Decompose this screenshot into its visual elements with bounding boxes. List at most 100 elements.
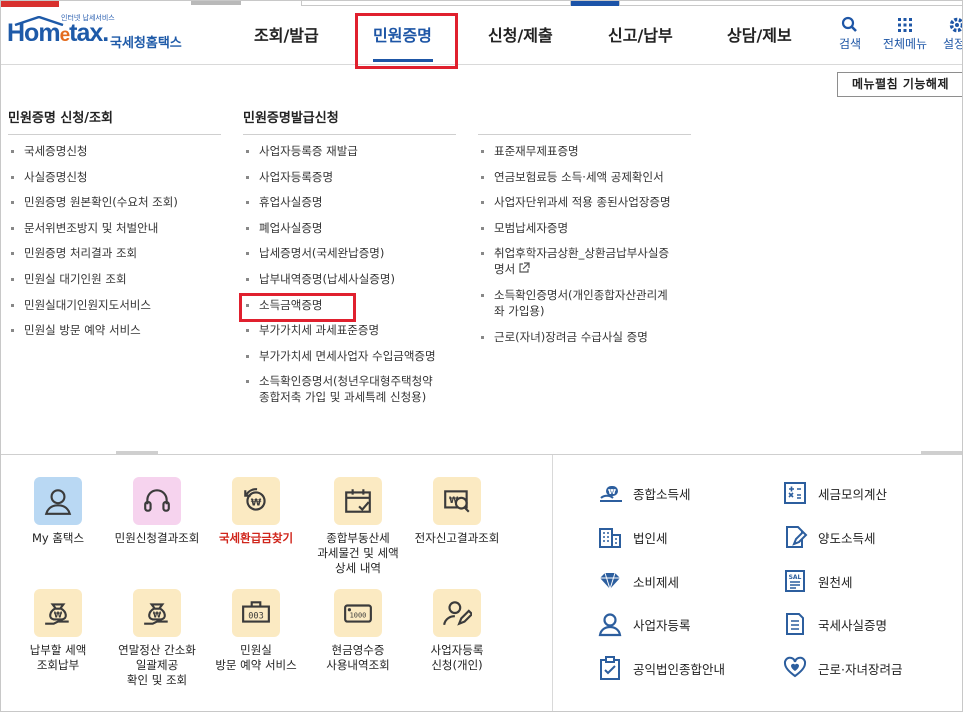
tax-link-item[interactable]: 사업자등록 [595, 611, 691, 637]
menu-item[interactable]: 취업후학자금상환_상환금납부사실증 명서 [476, 245, 671, 277]
quick-menu-label: 종합부동산세 과세물건 및 세액 상세 내역 [317, 531, 399, 575]
queue-number-icon: 003 [232, 589, 280, 637]
tax-link-item[interactable]: 법인세 [595, 524, 668, 550]
quick-menu-item[interactable]: ₩ 연말정산 간소화 일괄제공 확인 및 조회 [108, 589, 206, 688]
search-won-icon: ₩ [433, 477, 481, 525]
quick-menu-item[interactable]: 민원신청결과조회 [108, 477, 206, 546]
menu-item[interactable]: 민원실 방문 예약 서비스 [6, 322, 178, 338]
quick-menu-label: 사업자등록 신청(개인) [430, 643, 484, 672]
person-icon [34, 477, 82, 525]
calculator-icon [780, 480, 810, 506]
menu-item[interactable]: 모범납세자증명 [476, 220, 671, 236]
external-link-icon [519, 262, 530, 273]
top-strip-gray [191, 1, 241, 5]
quick-menu-item[interactable]: 사업자등록 신청(개인) [408, 589, 506, 673]
tax-link-label: 종합소득세 [633, 486, 691, 502]
column-title-apply-inquiry: 민원증명 신청/조회 [8, 111, 113, 126]
tax-link-label: 사업자등록 [633, 617, 691, 633]
menu-collapse-toggle-button[interactable]: 메뉴펼침 기능해제 [837, 72, 962, 97]
menu-item[interactable]: 사업자등록증명 [241, 169, 436, 185]
menu-item[interactable]: 민원실대기인원지도서비스 [6, 297, 178, 313]
building-icon [595, 524, 625, 550]
tax-link-item[interactable]: 근로·자녀장려금 [780, 655, 902, 681]
vertical-divider [552, 455, 553, 711]
tax-link-label: 양도소득세 [818, 530, 876, 546]
tax-link-item[interactable]: 국세사실증명 [780, 611, 887, 637]
quick-menu-item[interactable]: My 홈택스 [9, 477, 107, 546]
menu-item[interactable]: 부가가치세 과세표준증명 [241, 322, 436, 338]
gnb-report-pay[interactable]: 신고/납부 [608, 7, 673, 65]
logo-wordmark: Hometax. [7, 19, 109, 47]
settings-label: 설정 [943, 37, 963, 51]
column-rule [8, 134, 221, 135]
menu-item[interactable]: 민원실 대기인원 조회 [6, 271, 178, 287]
svg-text:SAL: SAL [789, 574, 802, 581]
money-bag-hand-icon: ₩ [133, 589, 181, 637]
heart-hands-icon [780, 655, 810, 681]
headset-icon [133, 477, 181, 525]
gnb-apply-submit[interactable]: 신청/제출 [488, 7, 553, 65]
tax-link-item[interactable]: 세금모의계산 [780, 480, 887, 506]
clipboard-check-icon [595, 655, 625, 681]
quick-menu-item[interactable]: ₩ 납부할 세액 조회납부 [9, 589, 107, 673]
menu-item[interactable]: 부가가치세 면세사업자 수입금액증명 [241, 348, 436, 364]
highlight-box-menu [355, 13, 458, 69]
menu-item[interactable]: 연금보험료등 소득·세액 공제확인서 [476, 169, 671, 185]
menu-list-issue-apply: 사업자등록증 재발급사업자등록증명휴업사실증명폐업사실증명납세증명서(국세완납증… [241, 143, 436, 405]
tax-link-label: 세금모의계산 [818, 486, 888, 502]
cash-receipt-icon: 1000 [334, 589, 382, 637]
settings-button[interactable]: 설정 [925, 15, 963, 52]
top-strip-blue [571, 1, 619, 6]
quick-menu-item[interactable]: ₩ 전자신고결과조회 [408, 477, 506, 546]
tax-link-label: 국세사실증명 [818, 617, 888, 633]
svg-text:₩: ₩ [153, 610, 162, 619]
tax-link-item[interactable]: 양도소득세 [780, 524, 876, 550]
menu-item[interactable]: 표준재무제표증명 [476, 143, 671, 159]
menu-item[interactable]: 소득확인증명서(개인종합자산관리계 좌 가입용) [476, 287, 671, 319]
all-menu-label: 전체메뉴 [882, 37, 928, 51]
menu-item[interactable]: 사업자단위과세 적용 종된사업장증명 [476, 194, 671, 210]
tax-link-label: 공익법인종합안내 [633, 661, 726, 677]
divider-tab [921, 451, 962, 454]
menu-item[interactable]: 납부내역증명(납세사실증명) [241, 271, 436, 287]
section-divider [1, 454, 962, 455]
quick-menu-label: 민원실 방문 예약 서비스 [215, 643, 297, 672]
money-bag-hand-icon: ₩ [34, 589, 82, 637]
gnb-inquiry-issue[interactable]: 조회/발급 [254, 7, 319, 65]
menu-item[interactable]: 사실증명신청 [6, 169, 178, 185]
menu-list-apply-inquiry: 국세증명신청사실증명신청민원증명 원본확인(수요처 조회) 문서위변조방지 및 처… [6, 143, 178, 338]
diamond-icon [595, 568, 625, 594]
calendar-check-icon [334, 477, 382, 525]
tax-link-label: 원천세 [818, 574, 853, 590]
svg-text:1000: 1000 [350, 611, 367, 619]
tax-link-label: 근로·자녀장려금 [818, 661, 903, 677]
svg-text:₩: ₩ [54, 610, 63, 619]
won-stack-icon: ₩ [595, 480, 625, 506]
tax-link-label: 법인세 [633, 530, 668, 546]
menu-item[interactable]: 민원증명 원본확인(수요처 조회) [6, 194, 178, 210]
quick-menu-label: My 홈택스 [31, 531, 85, 545]
menu-item[interactable]: 폐업사실증명 [241, 220, 436, 236]
quick-menu-item[interactable]: 종합부동산세 과세물건 및 세액 상세 내역 [309, 477, 407, 576]
quick-menu-item[interactable]: ₩ 국세환급금찾기 [207, 477, 305, 546]
menu-item[interactable]: 근로(자녀)장려금 수급사실 증명 [476, 329, 671, 345]
menu-item[interactable]: 국세증명신청 [6, 143, 178, 159]
menu-item[interactable]: 문서위변조방지 및 처벌안내 [6, 220, 178, 236]
hometax-logo[interactable]: 인터넷 납세서비스 Hometax. 국세청홈택스 [7, 13, 197, 59]
menu-item[interactable]: 사업자등록증 재발급 [241, 143, 436, 159]
gnb-consult-report[interactable]: 상담/제보 [727, 7, 792, 65]
tax-link-item[interactable]: 소비제세 [595, 568, 679, 594]
search-label: 검색 [838, 37, 862, 51]
menu-item[interactable]: 민원증명 처리결과 조회 [6, 245, 178, 261]
menu-item[interactable]: 소득확인증명서(청년우대형주택청약 종합저축 가입 및 과세특례 신청용) [241, 373, 436, 405]
tax-link-label: 소비제세 [633, 574, 680, 590]
menu-item[interactable]: 납세증명서(국세완납증명) [241, 245, 436, 261]
top-strip-box-right [619, 1, 962, 6]
tax-link-item[interactable]: ₩ 종합소득세 [595, 480, 691, 506]
tax-link-item[interactable]: SAL 원천세 [780, 568, 853, 594]
menu-item[interactable]: 휴업사실증명 [241, 194, 436, 210]
tax-link-item[interactable]: 공익법인종합안내 [595, 655, 725, 681]
search-button[interactable]: 검색 [820, 15, 880, 52]
quick-menu-item[interactable]: 003 민원실 방문 예약 서비스 [207, 589, 305, 673]
quick-menu-item[interactable]: 1000 현금영수증 사용내역조회 [309, 589, 407, 673]
